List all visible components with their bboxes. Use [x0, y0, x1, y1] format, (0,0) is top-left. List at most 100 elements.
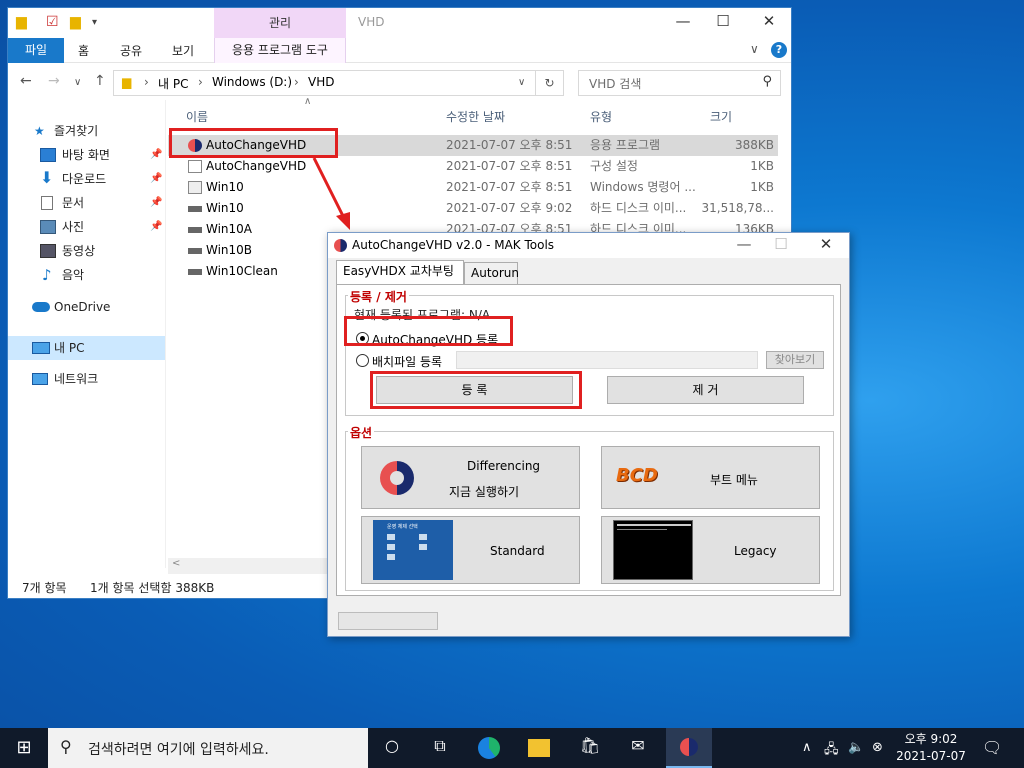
sidebar-item-label: 사진 — [62, 220, 85, 234]
video-icon — [40, 244, 56, 258]
file-row[interactable]: Win10 2021-07-07 오후 9:02 하드 디스크 이미... 31… — [168, 198, 778, 219]
manage-context-tab[interactable]: 관리 — [214, 8, 346, 38]
windows-start-icon[interactable]: ⊞ — [12, 737, 36, 761]
boot-menu-button[interactable]: BCD 부트 메뉴 — [601, 446, 820, 509]
file-date: 2021-07-07 오후 8:51 — [446, 180, 573, 194]
address-dropdown-icon[interactable]: ∨ — [518, 77, 525, 88]
batch-path-input[interactable] — [456, 351, 758, 369]
taskbar-search-input[interactable]: ⚲ 검색하려면 여기에 입력하세요. — [48, 728, 368, 768]
window-title: VHD — [358, 15, 385, 29]
file-type: 하드 디스크 이미... — [590, 201, 687, 215]
standard-thumbnail-title: 운영 체제 선택 — [387, 524, 418, 530]
close-icon[interactable]: ✕ — [810, 235, 842, 253]
tab-share[interactable]: 공유 — [120, 42, 142, 59]
network-status-icon[interactable]: 🖧 — [824, 740, 839, 762]
sidebar-item-this-pc[interactable]: 내 PC — [8, 336, 165, 360]
standard-thumbnail: 운영 체제 선택 — [373, 520, 453, 580]
sidebar-item-network[interactable]: 네트워크 — [8, 368, 166, 390]
sidebar-item-videos[interactable]: 동영상 — [8, 240, 166, 262]
browse-button[interactable]: 찾아보기 — [766, 351, 824, 369]
breadcrumb-folder[interactable]: VHD — [308, 75, 334, 89]
standard-button[interactable]: 운영 체제 선택 Standard — [361, 516, 580, 584]
status-error-icon[interactable]: ⊗ — [872, 740, 883, 755]
column-header-size[interactable]: 크기 — [710, 108, 732, 125]
file-date: 2021-07-07 오후 8:51 — [446, 159, 573, 173]
maximize-icon[interactable]: ☐ — [703, 12, 743, 30]
breadcrumb-drive[interactable]: Windows (D:) — [212, 75, 292, 89]
maximize-icon[interactable]: ☐ — [765, 235, 797, 253]
sidebar-item-downloads[interactable]: ⬇ 다운로드 📌 — [8, 168, 166, 190]
forward-icon[interactable]: → — [48, 73, 60, 89]
legacy-label: Legacy — [734, 544, 777, 558]
cortana-icon[interactable]: ○ — [380, 736, 404, 760]
edge-icon[interactable] — [478, 737, 500, 759]
sidebar-item-label: 즐겨찾기 — [54, 124, 99, 138]
mail-icon[interactable]: ✉ — [626, 736, 650, 760]
properties-icon[interactable]: ☑ — [46, 14, 59, 30]
help-icon[interactable]: ? — [771, 42, 787, 58]
file-row[interactable]: AutoChangeVHD 2021-07-07 오후 8:51 구성 설정 1… — [168, 156, 778, 177]
sidebar-item-pictures[interactable]: 사진 📌 — [8, 216, 166, 238]
column-header-type[interactable]: 유형 — [590, 108, 612, 125]
cloud-icon — [32, 302, 50, 312]
radio-batchfile[interactable] — [356, 354, 369, 367]
recent-locations-icon[interactable]: ∨ — [74, 77, 81, 88]
file-size: 388KB — [734, 138, 774, 152]
notification-icon[interactable]: 🗨 — [982, 738, 1002, 757]
tab-panel: 등록 / 제거 현재 등록된 프로그램: N/A AutoChangeVHD 등… — [336, 284, 841, 596]
tab-view[interactable]: 보기 — [172, 42, 194, 59]
column-header-name[interactable]: 이름 — [186, 108, 208, 125]
system-clock[interactable]: 오후 9:02 2021-07-07 — [896, 731, 966, 765]
autochangevhd-dialog: AutoChangeVHD v2.0 - MAK Tools — ☐ ✕ Eas… — [327, 232, 850, 637]
column-header-date[interactable]: 수정한 날짜 — [446, 108, 505, 125]
address-bar[interactable]: ▆ › 내 PC › Windows (D:) › VHD ∨ — [113, 70, 536, 96]
refresh-icon[interactable]: ↻ — [536, 70, 564, 96]
minimize-icon[interactable]: — — [663, 12, 703, 30]
search-icon: ⚲ — [60, 737, 72, 756]
sidebar-item-onedrive[interactable]: OneDrive — [8, 296, 166, 318]
close-icon[interactable]: ✕ — [749, 12, 789, 30]
legacy-button[interactable]: Legacy — [601, 516, 820, 584]
scroll-left-icon[interactable]: < — [172, 558, 180, 569]
task-view-icon[interactable]: ⧉ — [428, 736, 452, 760]
sidebar-item-documents[interactable]: 문서 📌 — [8, 192, 166, 214]
new-folder-icon[interactable]: ▆ — [70, 14, 81, 30]
tab-app-tools[interactable]: 응용 프로그램 도구 — [214, 38, 346, 63]
file-size: 1KB — [750, 180, 774, 194]
breadcrumb-this-pc[interactable]: 내 PC — [158, 75, 188, 92]
boot-menu-label: 부트 메뉴 — [710, 473, 758, 487]
customize-quick-access-icon[interactable]: ▾ — [92, 17, 97, 28]
folder-icon: ▆ — [122, 75, 132, 89]
file-row[interactable]: Win10 2021-07-07 오후 8:51 Windows 명령어 ...… — [168, 177, 778, 198]
file-type: 응용 프로그램 — [590, 138, 661, 152]
file-explorer-icon[interactable] — [528, 739, 550, 757]
search-input[interactable]: VHD 검색 ⚲ — [578, 70, 781, 96]
tab-autorun[interactable]: Autorun — [464, 262, 519, 284]
back-icon[interactable]: ← — [20, 73, 32, 89]
sidebar-item-quick-access[interactable]: ★ 즐겨찾기 — [8, 120, 166, 142]
highlight-register-button — [370, 371, 582, 409]
volume-muted-icon[interactable]: 🔈 — [848, 740, 864, 755]
tab-home[interactable]: 홈 — [78, 42, 89, 59]
download-icon: ⬇ — [40, 168, 54, 187]
show-hidden-icons-icon[interactable]: ∧ — [802, 740, 812, 755]
store-icon[interactable]: 🛍 — [578, 736, 602, 760]
tab-easyvhdx[interactable]: EasyVHDX 교차부팅 — [336, 260, 464, 284]
radio-batchfile-label[interactable]: 배치파일 등록 — [372, 353, 442, 370]
disk-icon — [188, 227, 202, 233]
horizontal-scrollbar[interactable]: < — [168, 558, 330, 574]
options-group: 옵션 Differencing 지금 실행하기 BCD 부트 메뉴 운영 체제 … — [345, 424, 834, 591]
sidebar-item-desktop[interactable]: 바탕 화면 📌 — [8, 144, 166, 166]
tab-file[interactable]: 파일 — [8, 38, 64, 63]
remove-button[interactable]: 제 거 — [607, 376, 804, 404]
differencing-button[interactable]: Differencing 지금 실행하기 — [361, 446, 580, 509]
file-name: AutoChangeVHD — [206, 159, 307, 173]
up-icon[interactable]: ↑ — [94, 73, 106, 89]
taskbar-active-app[interactable] — [666, 728, 712, 768]
file-name: Win10Clean — [206, 264, 278, 278]
pin-icon: 📌 — [150, 221, 163, 232]
sidebar-item-music[interactable]: ♪ 음악 — [8, 264, 166, 286]
expand-ribbon-icon[interactable]: ∨ — [750, 42, 759, 56]
minimize-icon[interactable]: — — [728, 235, 760, 253]
highlight-register-radio — [344, 316, 513, 346]
